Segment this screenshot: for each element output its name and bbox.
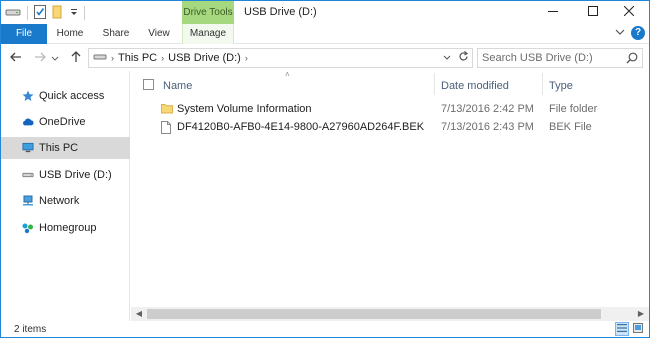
arrow-up-icon xyxy=(71,50,81,66)
search-box[interactable] xyxy=(477,48,643,68)
explorer-window: Drive Tools USB Drive (D:) File Home Sha… xyxy=(0,0,650,338)
qat-separator xyxy=(84,6,85,20)
sidebar-item-label: OneDrive xyxy=(39,116,86,128)
drive-tools-context-tab: Drive Tools xyxy=(182,1,234,24)
close-button[interactable] xyxy=(610,1,648,24)
sidebar-item-quick-access[interactable]: Quick access xyxy=(1,85,130,107)
sidebar-item-label: This PC xyxy=(39,142,79,154)
search-input[interactable] xyxy=(482,50,622,66)
arrow-right-icon xyxy=(34,51,46,65)
column-header-name[interactable]: Name xyxy=(163,76,192,96)
item-count: 2 items xyxy=(14,324,47,335)
back-button[interactable] xyxy=(7,49,25,67)
chevron-right-icon[interactable]: › xyxy=(111,53,114,63)
drive-icon[interactable] xyxy=(5,6,21,21)
breadcrumb-usb-drive[interactable]: USB Drive (D:) xyxy=(168,52,241,64)
up-button[interactable] xyxy=(67,49,85,67)
horizontal-scrollbar[interactable]: ◀ ▶ xyxy=(131,307,649,321)
tab-share[interactable]: Share xyxy=(95,24,137,44)
column-divider[interactable] xyxy=(434,73,435,95)
homegroup-icon xyxy=(22,222,34,234)
scroll-right-icon[interactable]: ▶ xyxy=(633,307,649,321)
address-dropdown-icon[interactable] xyxy=(438,53,455,64)
maximize-button[interactable] xyxy=(574,1,612,24)
details-view-icon xyxy=(617,323,627,336)
large-icons-view-icon xyxy=(633,322,643,336)
chevron-down-icon[interactable] xyxy=(615,27,625,39)
qat-separator xyxy=(27,6,28,20)
qat-dropdown-icon[interactable] xyxy=(70,7,78,19)
column-divider[interactable] xyxy=(542,73,543,95)
usb-drive-icon xyxy=(22,169,34,181)
file-name: System Volume Information xyxy=(177,103,312,115)
chevron-right-icon[interactable]: › xyxy=(245,53,248,63)
address-row: › This PC › USB Drive (D:) › xyxy=(1,45,649,71)
help-button[interactable]: ? xyxy=(631,26,645,40)
sidebar-item-usb-drive[interactable]: USB Drive (D:) xyxy=(1,164,130,186)
tab-home[interactable]: Home xyxy=(49,24,91,44)
sidebar-item-homegroup[interactable]: Homegroup xyxy=(1,217,130,239)
chevron-right-icon[interactable]: › xyxy=(161,53,164,63)
sidebar-item-label: Homegroup xyxy=(39,222,97,234)
file-icon xyxy=(161,121,171,137)
table-row[interactable]: DF4120B0-AFB0-4E14-9800-A27960AD264F.BEK… xyxy=(131,118,649,136)
select-all-checkbox[interactable] xyxy=(143,79,154,90)
navigation-pane: Quick access OneDrive This PC USB Drive … xyxy=(1,71,130,321)
tab-view[interactable]: View xyxy=(139,24,179,44)
sidebar-item-label: USB Drive (D:) xyxy=(39,169,112,181)
network-icon xyxy=(22,195,34,207)
new-folder-icon[interactable] xyxy=(52,5,64,22)
refresh-icon[interactable] xyxy=(455,51,472,65)
breadcrumb-this-pc[interactable]: This PC xyxy=(118,52,157,64)
tab-file[interactable]: File xyxy=(1,24,47,44)
star-icon xyxy=(22,90,34,102)
properties-icon[interactable] xyxy=(34,4,46,22)
sort-ascending-icon: ˄ xyxy=(285,70,290,79)
search-icon[interactable] xyxy=(626,52,638,67)
status-bar: 2 items xyxy=(1,321,649,337)
file-list: ˄ Name Date modified Type System Volume … xyxy=(131,70,649,321)
file-date: 7/13/2016 2:43 PM xyxy=(441,121,534,133)
window-title: USB Drive (D:) xyxy=(244,6,317,18)
sidebar-item-label: Quick access xyxy=(39,90,105,102)
folder-icon xyxy=(161,103,173,117)
title-bar: Drive Tools USB Drive (D:) xyxy=(1,1,649,24)
drive-icon xyxy=(93,52,107,65)
scroll-left-icon[interactable]: ◀ xyxy=(131,307,147,321)
maximize-icon xyxy=(588,6,598,19)
close-icon xyxy=(623,5,635,19)
chevron-down-icon xyxy=(51,51,59,65)
sidebar-item-label: Network xyxy=(39,195,80,207)
sidebar-item-this-pc[interactable]: This PC xyxy=(1,137,130,159)
file-date: 7/13/2016 2:42 PM xyxy=(441,103,534,115)
minimize-button[interactable] xyxy=(534,1,572,24)
details-view-button[interactable] xyxy=(615,322,629,336)
table-row[interactable]: System Volume Information 7/13/2016 2:42… xyxy=(131,100,649,118)
column-header-date[interactable]: Date modified xyxy=(441,76,509,96)
address-bar[interactable]: › This PC › USB Drive (D:) › xyxy=(88,48,473,68)
column-header-type[interactable]: Type xyxy=(549,76,573,96)
minimize-icon xyxy=(548,6,558,19)
tab-manage[interactable]: Manage xyxy=(182,24,234,44)
cloud-icon xyxy=(22,116,34,128)
recent-locations-button[interactable] xyxy=(49,49,61,67)
quick-access-toolbar xyxy=(5,4,85,22)
ribbon-tab-bar: File Home Share View Manage ? xyxy=(1,24,649,44)
scrollbar-thumb[interactable] xyxy=(147,309,601,319)
sidebar-item-onedrive[interactable]: OneDrive xyxy=(1,111,130,133)
arrow-left-icon xyxy=(10,51,22,65)
file-type: BEK File xyxy=(549,121,592,133)
computer-icon xyxy=(22,142,34,154)
large-icons-view-button[interactable] xyxy=(631,322,645,336)
file-type: File folder xyxy=(549,103,598,115)
file-name: DF4120B0-AFB0-4E14-9800-A27960AD264F.BEK xyxy=(177,121,425,133)
forward-button[interactable] xyxy=(31,49,49,67)
sidebar-item-network[interactable]: Network xyxy=(1,190,130,212)
